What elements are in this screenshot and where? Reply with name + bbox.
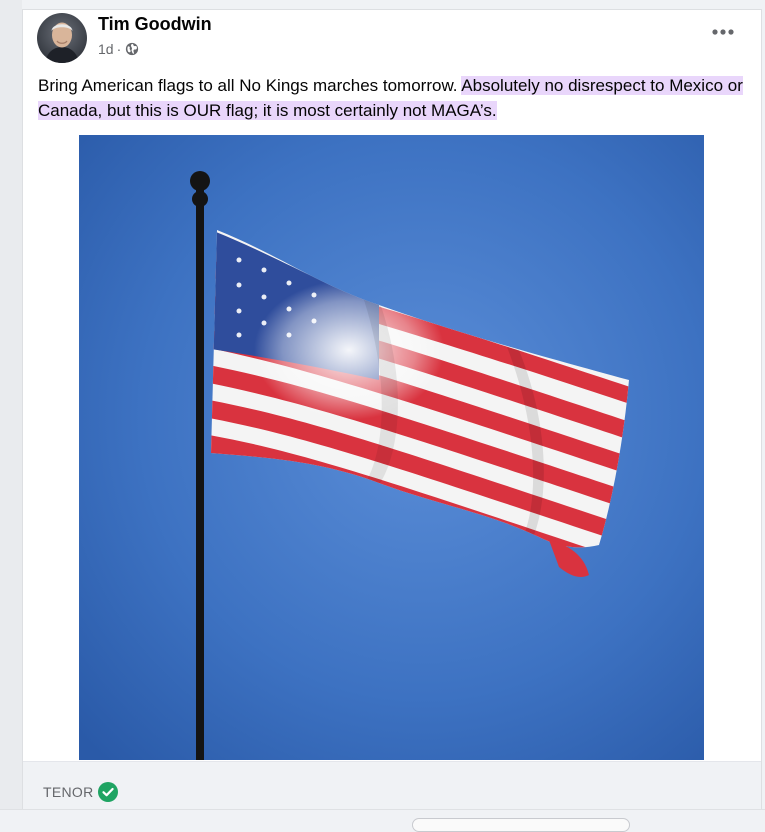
provider-name: TENOR [43,784,94,800]
more-horizontal-icon [712,29,734,35]
bottom-strip [0,809,765,825]
waving-flag-image [79,135,704,760]
more-options-button[interactable] [711,24,735,40]
post-card: Tim Goodwin 1d · Bring American flags to… [22,9,762,812]
verified-check-icon [97,782,118,802]
media-footer: TENOR [23,761,761,812]
gif-media[interactable] [79,135,704,760]
post-meta: 1d · [98,41,139,57]
taskbar-search-pill[interactable] [412,818,630,832]
globe-icon [126,42,139,56]
left-gutter [0,0,22,824]
author-name[interactable]: Tim Goodwin [98,14,212,35]
post-timestamp[interactable]: 1d [98,41,114,57]
gif-provider[interactable]: TENOR [43,782,118,802]
post-text-plain: Bring American flags to all No Kings mar… [38,76,462,95]
meta-separator: · [116,41,122,57]
avatar[interactable] [37,13,87,63]
post-text: Bring American flags to all No Kings mar… [38,73,750,123]
